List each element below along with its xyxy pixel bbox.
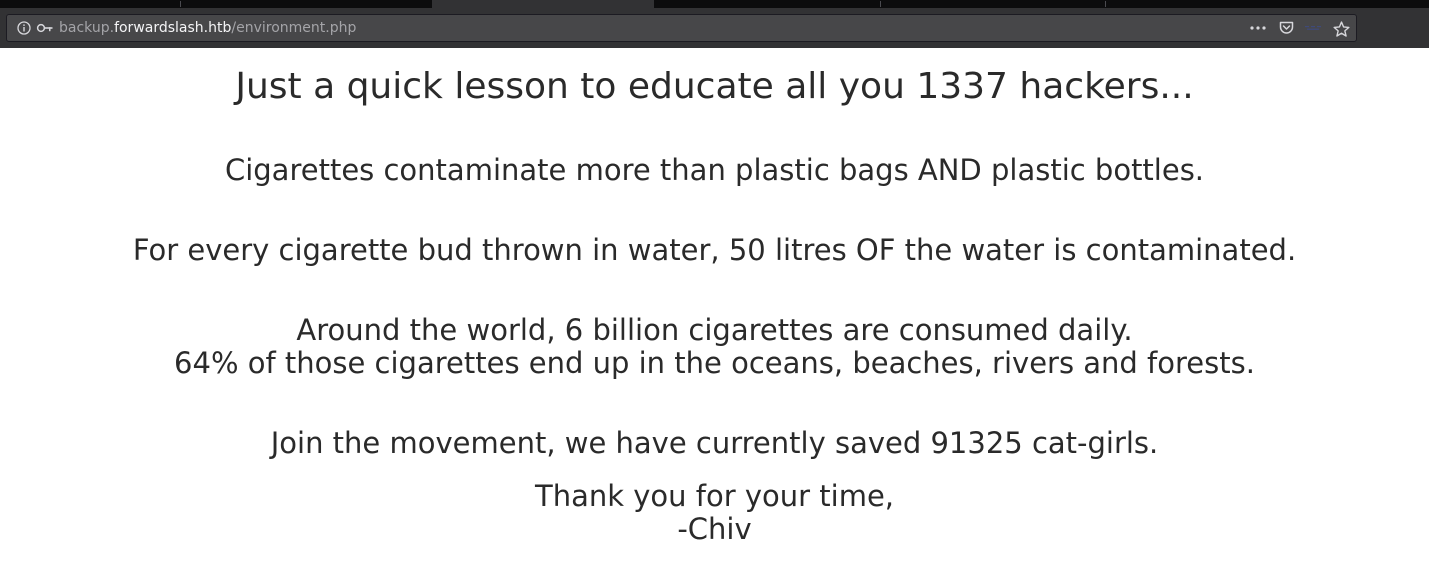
bookmark-star-icon[interactable] [1330,19,1352,39]
url-bar[interactable]: backup.forwardslash.htb/environment.php [6,14,1357,42]
url-text[interactable]: backup.forwardslash.htb/environment.php [59,15,356,41]
page-content: Just a quick lesson to educate all you 1… [0,48,1429,564]
url-host: forwardslash.htb [114,20,232,36]
key-icon[interactable] [34,15,54,41]
page-heading: Just a quick lesson to educate all you 1… [235,66,1194,107]
url-host-prefix: backup. [59,20,115,36]
info-icon[interactable] [16,15,32,41]
tab-separator [1105,1,1106,7]
paragraph-water-contamination: For every cigarette bud thrown in water,… [132,233,1297,267]
tab-separator [880,1,881,7]
closing-text: Thank you for your time, [534,479,895,513]
paragraph-ocean-percentage: 64% of those cigarettes end up in the oc… [174,346,1255,380]
url-path: /environment.php [231,20,357,36]
browser-tab-active[interactable] [432,0,654,8]
tab-strip [0,0,1429,8]
navigation-bar: backup.forwardslash.htb/environment.php [0,8,1429,48]
paragraph-cigarettes-contaminate: Cigarettes contaminate more than plastic… [224,153,1205,187]
paragraph-daily-consumption: Around the world, 6 billion cigarettes a… [296,313,1133,347]
reader-mode-icon[interactable] [1303,15,1323,41]
browser-chrome: backup.forwardslash.htb/environment.php [0,0,1429,48]
signature: -Chiv [677,512,752,546]
browser-tab[interactable] [0,0,180,8]
pocket-icon[interactable] [1275,15,1297,41]
page-actions-icon[interactable] [1247,15,1269,41]
tab-separator [180,1,181,7]
paragraph-join-movement: Join the movement, we have currently sav… [270,426,1159,460]
